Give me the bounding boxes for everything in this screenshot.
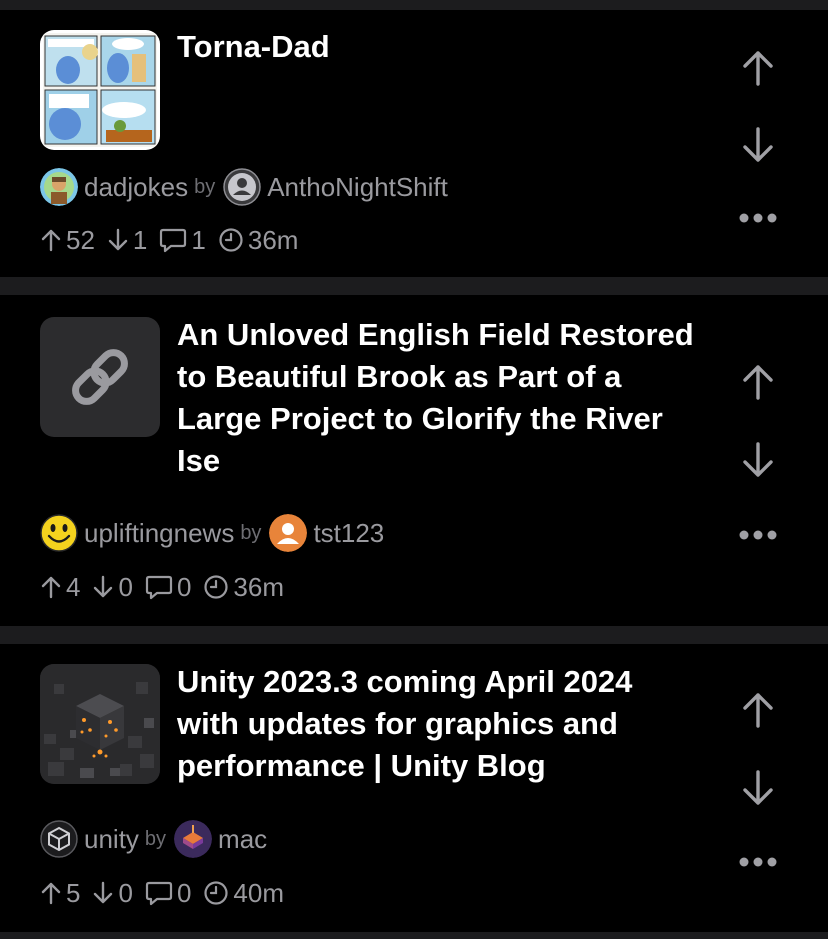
unity-logo-icon[interactable] — [40, 820, 78, 858]
downvote-count: 0 — [92, 572, 133, 603]
arrow-down-icon — [108, 228, 128, 251]
post-card[interactable]: An Unloved English Field Restored to Bea… — [0, 295, 828, 626]
upvote-count: 4 — [40, 572, 80, 603]
user-avatar-icon[interactable] — [223, 168, 261, 206]
post-age: 36m — [203, 572, 284, 603]
comment-count: 0 — [145, 878, 191, 909]
post-title[interactable]: Torna-Dad — [177, 26, 697, 68]
arrow-down-icon — [94, 881, 113, 904]
comment-count: 0 — [145, 572, 191, 603]
upvote-count: 52 — [40, 225, 95, 256]
post-stats: 5 0 0 40m — [40, 873, 296, 913]
upvote-button[interactable] — [736, 688, 780, 732]
more-options-icon[interactable] — [736, 210, 780, 226]
community-avatar-icon[interactable] — [40, 168, 78, 206]
more-options-icon[interactable] — [736, 854, 780, 870]
downvote-button[interactable] — [736, 123, 780, 167]
by-label: by — [194, 175, 216, 198]
comment-icon — [145, 881, 173, 906]
clock-icon — [204, 881, 229, 905]
top-divider — [0, 0, 828, 10]
post-age: 36m — [218, 225, 298, 256]
upvote-button[interactable] — [736, 46, 780, 90]
post-meta: unity by mac — [40, 819, 267, 859]
upvote-count: 5 — [40, 878, 80, 909]
post-stats: 4 0 0 36m — [40, 567, 296, 607]
author-name[interactable]: AnthoNightShift — [267, 172, 448, 203]
cube-image-thumbnail[interactable] — [40, 664, 160, 784]
post-card[interactable]: Unity 2023.3 coming April 2024 with upda… — [0, 644, 828, 932]
post-meta: upliftingnews by tst123 — [40, 513, 384, 553]
link-thumbnail[interactable] — [40, 317, 160, 437]
post-title[interactable]: Unity 2023.3 coming April 2024 with upda… — [177, 661, 697, 787]
author-name[interactable]: mac — [218, 824, 267, 855]
bottom-divider — [0, 932, 828, 939]
arrow-up-icon — [41, 576, 61, 599]
arrow-up-icon — [41, 882, 61, 905]
post-meta: dadjokes by AnthoNightShift — [40, 167, 448, 207]
community-name[interactable]: dadjokes — [84, 172, 188, 203]
upvote-button[interactable] — [736, 360, 780, 404]
more-options-icon[interactable] — [736, 527, 780, 543]
post-separator — [0, 626, 828, 644]
post-stats: 52 1 1 36m — [40, 220, 310, 260]
by-label: by — [144, 827, 167, 850]
comment-icon — [145, 575, 173, 600]
post-title[interactable]: An Unloved English Field Restored to Bea… — [177, 314, 697, 482]
downvote-count: 0 — [92, 878, 133, 909]
user-avatar-icon[interactable] — [269, 514, 308, 552]
arrow-up-icon — [41, 229, 61, 252]
comment-count: 1 — [159, 225, 206, 256]
smiley-icon[interactable] — [40, 514, 78, 552]
arrow-down-icon — [94, 575, 113, 598]
community-name[interactable]: unity — [84, 824, 139, 855]
community-name[interactable]: upliftingnews — [84, 518, 234, 549]
comment-icon — [160, 228, 187, 253]
author-name[interactable]: tst123 — [313, 518, 384, 549]
downvote-button[interactable] — [736, 766, 780, 810]
by-label: by — [240, 521, 262, 544]
post-separator — [0, 277, 828, 295]
clock-icon — [219, 228, 243, 252]
clock-icon — [204, 575, 229, 599]
post-card[interactable]: Torna-Dad dadjokes by AnthoNightShift 52… — [0, 10, 828, 277]
downvote-count: 1 — [107, 225, 147, 256]
comic-thumbnail[interactable] — [40, 30, 160, 150]
post-age: 40m — [203, 878, 284, 909]
link-icon — [72, 349, 128, 405]
downvote-button[interactable] — [736, 438, 780, 482]
user-avatar-icon[interactable] — [174, 820, 213, 858]
